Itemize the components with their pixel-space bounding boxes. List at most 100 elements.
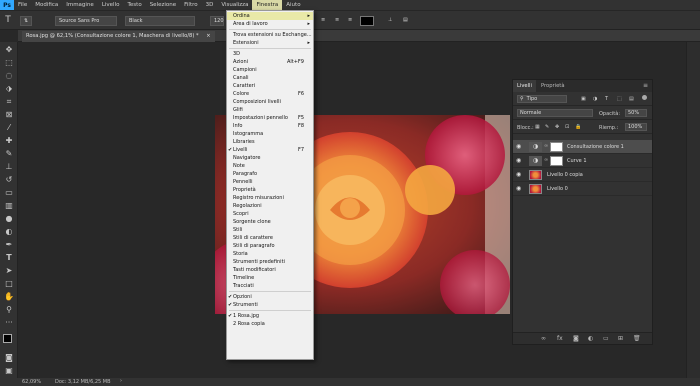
window-menu-item[interactable]: Strumenti predefiniti	[227, 258, 313, 266]
window-menu-item[interactable]: Caratteri	[227, 82, 313, 90]
more-tools-icon[interactable]: ···	[3, 317, 15, 328]
window-menu-item[interactable]: Paragrafo	[227, 170, 313, 178]
window-menu-item[interactable]: Glifi	[227, 106, 313, 114]
filter-toggle-icon[interactable]	[642, 95, 647, 100]
zoom-level[interactable]: 62,09%	[22, 379, 41, 385]
window-menu-item[interactable]: Colore F6	[227, 90, 313, 98]
layer-mask-thumbnail[interactable]	[550, 142, 563, 152]
zoom-tool-icon[interactable]: ⚲	[3, 304, 15, 315]
window-menu-item[interactable]: Note	[227, 162, 313, 170]
window-menu-item[interactable]: Trova estensioni su Exchange...	[227, 31, 313, 39]
layer-row[interactable]: ◉ Livello 0	[513, 182, 652, 196]
path-selection-tool-icon[interactable]: ➤	[3, 265, 15, 276]
pen-tool-icon[interactable]: ✒	[3, 239, 15, 250]
layer-style-icon[interactable]: fx	[557, 335, 563, 342]
orientation-toggle-icon[interactable]: ⇅	[20, 16, 32, 26]
hand-tool-icon[interactable]: ✋	[3, 291, 15, 302]
window-menu-item[interactable]: Estensioni ▸	[227, 39, 313, 47]
close-icon[interactable]: ×	[206, 33, 210, 39]
window-menu-item[interactable]: Navigatore	[227, 154, 313, 162]
window-menu-item[interactable]: Strumenti ✔	[227, 301, 313, 309]
window-menu-item[interactable]: Stili di paragrafo	[227, 242, 313, 250]
new-adjustment-layer-icon[interactable]: ◐	[588, 335, 593, 342]
window-menu-item[interactable]: Sorgente clone	[227, 218, 313, 226]
filter-type-icon[interactable]: T	[605, 96, 608, 102]
window-menu-item[interactable]: Storia	[227, 250, 313, 258]
window-menu-item[interactable]: Canali	[227, 74, 313, 82]
menu-finestra[interactable]: Finestra	[252, 0, 283, 10]
window-menu-item[interactable]: Livelli ✔ F7	[227, 146, 313, 154]
brush-tool-icon[interactable]: ✎	[3, 148, 15, 159]
character-panel-icon[interactable]: ▤	[400, 16, 409, 26]
filter-shape-icon[interactable]: ⬚	[617, 96, 622, 102]
add-mask-icon[interactable]: ◙	[573, 335, 579, 342]
layer-row[interactable]: ◉ ◑ ∞ Consultazione colore 1	[513, 140, 652, 154]
eraser-tool-icon[interactable]: ▭	[3, 187, 15, 198]
window-menu-item[interactable]: Campioni	[227, 66, 313, 74]
align-center-icon[interactable]: ≡	[318, 16, 327, 26]
type-tool-icon[interactable]: T	[3, 252, 15, 263]
new-group-icon[interactable]: ▭	[603, 335, 609, 342]
clone-stamp-tool-icon[interactable]: ⊥	[3, 161, 15, 172]
window-menu-item[interactable]: Opzioni ✔	[227, 293, 313, 301]
marquee-tool-icon[interactable]: ⬚	[3, 57, 15, 68]
screen-mode-icon[interactable]: ▣	[3, 365, 15, 376]
menu-immagine[interactable]: Immagine	[62, 0, 98, 10]
window-menu-item[interactable]: Timeline	[227, 274, 313, 282]
visibility-eye-icon[interactable]: ◉	[516, 185, 521, 192]
crop-tool-icon[interactable]: ⌗	[3, 96, 15, 107]
window-menu-item[interactable]: Regolazioni	[227, 202, 313, 210]
gradient-tool-icon[interactable]: ▥	[3, 200, 15, 211]
lock-image-icon[interactable]: ✎	[545, 124, 549, 130]
eyedropper-tool-icon[interactable]: ⁄	[3, 122, 15, 133]
window-menu-item[interactable]: Libraries	[227, 138, 313, 146]
filter-kind-select[interactable]: ⚲ Tipo	[517, 95, 567, 103]
new-layer-icon[interactable]: ⊞	[618, 335, 623, 342]
panel-menu-icon[interactable]: ≡	[643, 82, 648, 89]
window-menu-item[interactable]: Ordina ▸	[227, 12, 313, 20]
fill-field[interactable]: 100%	[625, 123, 647, 131]
frame-tool-icon[interactable]: ⊠	[3, 109, 15, 120]
mask-link-icon[interactable]: ∞	[544, 143, 548, 149]
window-menu-item[interactable]: Impostazioni pennello F5	[227, 114, 313, 122]
menu-testo[interactable]: Testo	[123, 0, 145, 10]
window-menu-item[interactable]: Pennelli	[227, 178, 313, 186]
opacity-field[interactable]: 50%	[625, 109, 647, 117]
foreground-color-swatch[interactable]	[3, 334, 12, 343]
rectangle-tool-icon[interactable]: □	[3, 278, 15, 289]
lock-artboard-icon[interactable]: ⊡	[565, 124, 569, 130]
window-menu-item[interactable]: Composizioni livelli	[227, 98, 313, 106]
type-tool-icon[interactable]: T	[2, 15, 14, 26]
window-menu-item[interactable]: Tracciati	[227, 282, 313, 290]
layer-mask-thumbnail[interactable]	[550, 156, 563, 166]
layer-row[interactable]: ◉ Livello 0 copia	[513, 168, 652, 182]
window-menu-item[interactable]: Stili di carattere	[227, 234, 313, 242]
layer-row[interactable]: ◉ ◑ ∞ Curve 1	[513, 154, 652, 168]
document-tab[interactable]: Rosa.jpg @ 62,1% (Consultazione colore 1…	[22, 31, 215, 42]
menu-3d[interactable]: 3D	[202, 0, 218, 10]
window-menu-item[interactable]: Info F8	[227, 122, 313, 130]
link-layers-icon[interactable]: ∞	[541, 335, 546, 342]
visibility-eye-icon[interactable]: ◉	[516, 143, 521, 150]
lock-all-icon[interactable]: 🔒	[575, 124, 581, 130]
menu-visualizza[interactable]: Visualizza	[217, 0, 252, 10]
font-family-select[interactable]: Source Sans Pro	[55, 16, 117, 26]
dodge-tool-icon[interactable]: ◐	[3, 226, 15, 237]
align-justify-icon[interactable]: ≡	[345, 16, 354, 26]
font-size-field[interactable]: 120	[210, 16, 224, 26]
menu-filtro[interactable]: Filtro	[180, 0, 201, 10]
window-menu-item[interactable]: 1 Rosa.jpg ✔	[227, 312, 313, 320]
lock-transparent-icon[interactable]: ▦	[535, 124, 540, 130]
window-menu-item[interactable]: 3D	[227, 50, 313, 58]
lock-position-icon[interactable]: ✥	[555, 124, 559, 130]
move-tool-icon[interactable]: ✥	[3, 44, 15, 55]
mask-link-icon[interactable]: ∞	[544, 157, 548, 163]
blur-tool-icon[interactable]: ●	[3, 213, 15, 224]
window-menu-item[interactable]: Azioni Alt+F9	[227, 58, 313, 66]
status-menu-icon[interactable]: ›	[120, 378, 122, 384]
window-menu-item[interactable]: Istogramma	[227, 130, 313, 138]
menu-selezione[interactable]: Selezione	[146, 0, 180, 10]
history-brush-tool-icon[interactable]: ↺	[3, 174, 15, 185]
text-color-swatch[interactable]	[360, 16, 374, 26]
tab-layers[interactable]: Livelli	[513, 80, 536, 92]
